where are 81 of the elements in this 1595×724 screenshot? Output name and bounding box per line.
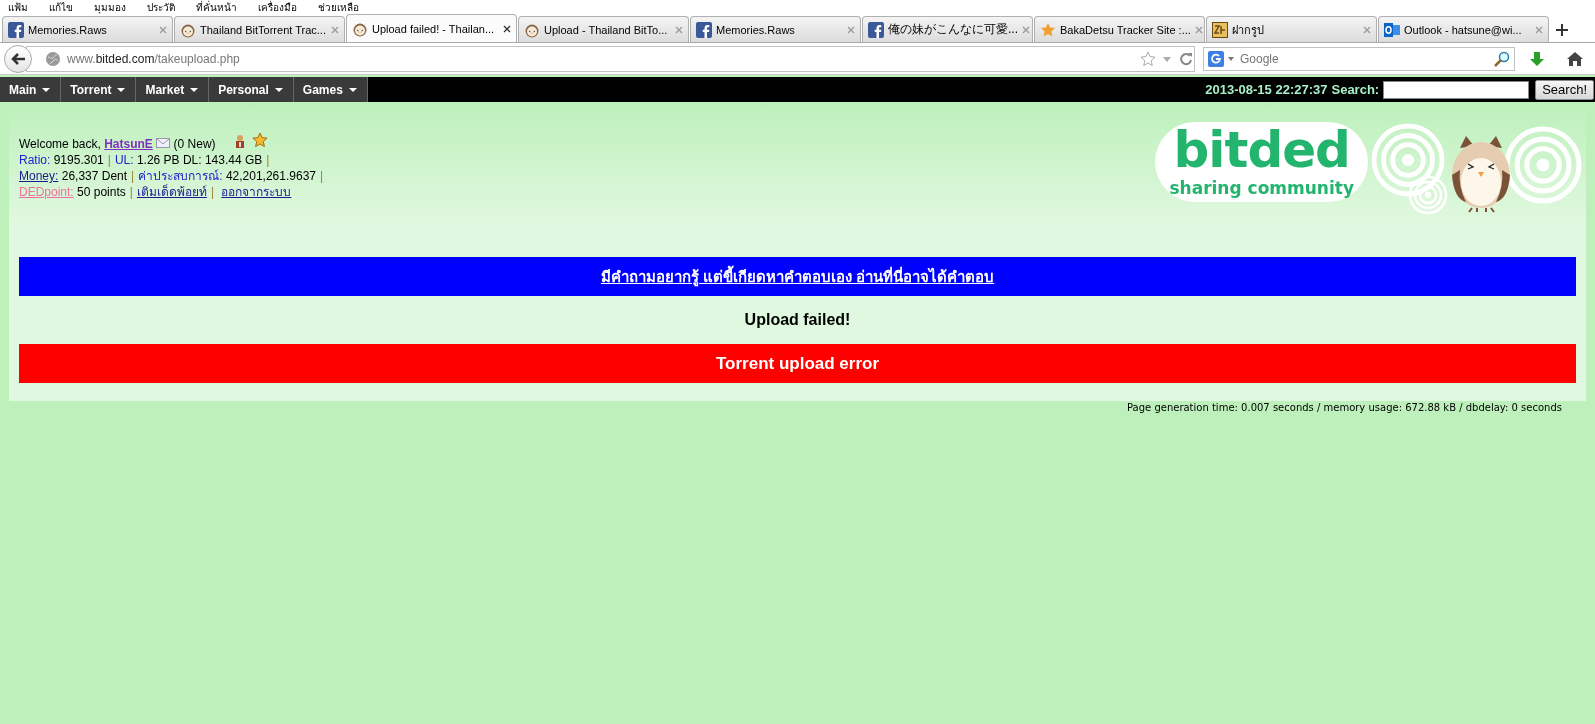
nav-menu[interactable]: Personal bbox=[209, 77, 294, 102]
download-label: DL: bbox=[182, 153, 203, 167]
nav-menu[interactable]: Market bbox=[136, 77, 210, 102]
search-box[interactable]: Google bbox=[1203, 46, 1515, 71]
search-engine-icon[interactable] bbox=[1208, 50, 1224, 67]
nav-menu[interactable]: Games bbox=[293, 77, 368, 102]
home-icon[interactable] bbox=[1567, 50, 1583, 67]
browser-tab[interactable]: ฝากรูป bbox=[1206, 16, 1377, 42]
menu-item[interactable]: ช่วยเหลือ bbox=[318, 0, 359, 15]
logo-tagline: sharing community bbox=[1169, 178, 1354, 198]
menu-item[interactable]: มุมมอง bbox=[94, 0, 126, 15]
menu-item[interactable]: แฟ้ม bbox=[8, 0, 28, 15]
browser-tab[interactable]: 俺の妹がこんなに可愛... bbox=[862, 16, 1033, 42]
points-value: 50 points bbox=[77, 185, 126, 199]
separator: | bbox=[320, 169, 324, 183]
logout-link[interactable]: ออกจากระบบ bbox=[221, 185, 292, 199]
upload-value: 1.26 PB bbox=[136, 153, 181, 167]
menu-item[interactable]: เครื่องมือ bbox=[258, 0, 297, 15]
back-arrow-icon bbox=[10, 50, 26, 67]
message-count: (0 New) bbox=[173, 137, 216, 151]
caret-icon bbox=[42, 87, 51, 92]
facebook-icon bbox=[8, 21, 24, 38]
faq-banner-link[interactable]: มีคำถามอยากรู้ แต่ขี้เกียดหาคำตอบเอง อ่านที่นี่อาจได้คำตอบ bbox=[19, 257, 1576, 296]
experience-value: 42,201,261.9637 bbox=[225, 169, 316, 183]
browser-tab[interactable]: Memories.Raws bbox=[2, 16, 173, 42]
browser-tab[interactable]: BakaDetsu Tracker Site :... bbox=[1034, 16, 1205, 42]
top-up-link[interactable]: เติมเด็ดพ้อยท์ bbox=[136, 185, 207, 199]
separator: | bbox=[131, 169, 135, 183]
upload-label: UL: bbox=[114, 153, 135, 167]
search-label: Search: bbox=[1331, 82, 1380, 97]
search-icon[interactable] bbox=[1494, 50, 1510, 67]
nav-menu[interactable]: Main bbox=[0, 77, 62, 102]
browser-tab[interactable]: Memories.Raws bbox=[690, 16, 861, 42]
search-field[interactable]: Google bbox=[1238, 50, 1490, 67]
bookmark-star-icon[interactable] bbox=[1140, 50, 1156, 67]
caret-icon bbox=[117, 87, 126, 92]
caret-icon bbox=[348, 87, 357, 92]
search-button[interactable]: Search! bbox=[1535, 79, 1594, 100]
new-tab-icon[interactable] bbox=[1556, 24, 1568, 36]
money-link[interactable]: Money: bbox=[19, 169, 59, 183]
menu-item[interactable]: ที่คั่นหน้า bbox=[196, 0, 237, 15]
ratio-value: 9195.301 bbox=[53, 153, 104, 167]
mail-app-icon bbox=[1384, 21, 1400, 38]
site-search-field[interactable] bbox=[1383, 80, 1530, 99]
separator: | bbox=[266, 153, 270, 167]
browser-tab[interactable]: Thailand BitTorrent Trac... bbox=[174, 16, 345, 42]
reload-icon[interactable] bbox=[1178, 50, 1194, 67]
nav-menu[interactable]: Torrent bbox=[61, 77, 137, 102]
ratio-label: Ratio: bbox=[19, 153, 52, 167]
back-button[interactable] bbox=[4, 44, 32, 73]
download-icon[interactable] bbox=[1529, 50, 1545, 67]
person-icon[interactable] bbox=[233, 134, 246, 148]
download-value: 143.44 GB bbox=[204, 153, 263, 167]
error-banner: Torrent upload error bbox=[19, 344, 1576, 383]
separator: | bbox=[107, 153, 111, 167]
browser-tab[interactable]: Upload - Thailand BitTo... bbox=[518, 16, 689, 42]
caret-icon bbox=[274, 87, 283, 92]
facebook-icon bbox=[868, 21, 884, 38]
menu-item[interactable]: แก้ไข bbox=[49, 0, 73, 15]
facebook-icon bbox=[696, 21, 712, 38]
picture-frame-icon bbox=[1212, 21, 1228, 38]
dropdown-icon[interactable] bbox=[1228, 55, 1234, 62]
close-icon[interactable] bbox=[503, 24, 511, 33]
username-link[interactable]: HatsunE bbox=[104, 137, 153, 151]
menu-item[interactable]: ประวัติ bbox=[147, 0, 175, 15]
browser-tab[interactable]: Outlook - hatsune@wi... bbox=[1378, 16, 1549, 42]
result-title: Upload failed! bbox=[743, 310, 852, 330]
caret-icon bbox=[190, 87, 199, 92]
envelope-icon[interactable] bbox=[156, 138, 171, 148]
star-icon bbox=[1040, 21, 1056, 38]
browser-tab[interactable]: Upload failed! - Thailan... bbox=[346, 14, 517, 42]
globe-icon bbox=[45, 50, 61, 67]
logo-name: bitded bbox=[1173, 124, 1350, 176]
page-stats: Page generation time: 0.007 seconds / memory usage: 672.88 kB / dbdelay: 0 seconds bbox=[1127, 402, 1562, 413]
welcome-text: Welcome back, bbox=[19, 137, 102, 151]
separator: | bbox=[129, 185, 133, 199]
separator: | bbox=[210, 185, 214, 199]
date-time: 2013-08-15 22:27:37 bbox=[1205, 82, 1328, 97]
money-value: 26,337 Dent bbox=[61, 169, 128, 183]
star-icon[interactable] bbox=[251, 132, 268, 148]
experience-label: ค่าประสบการณ์: bbox=[138, 169, 224, 183]
